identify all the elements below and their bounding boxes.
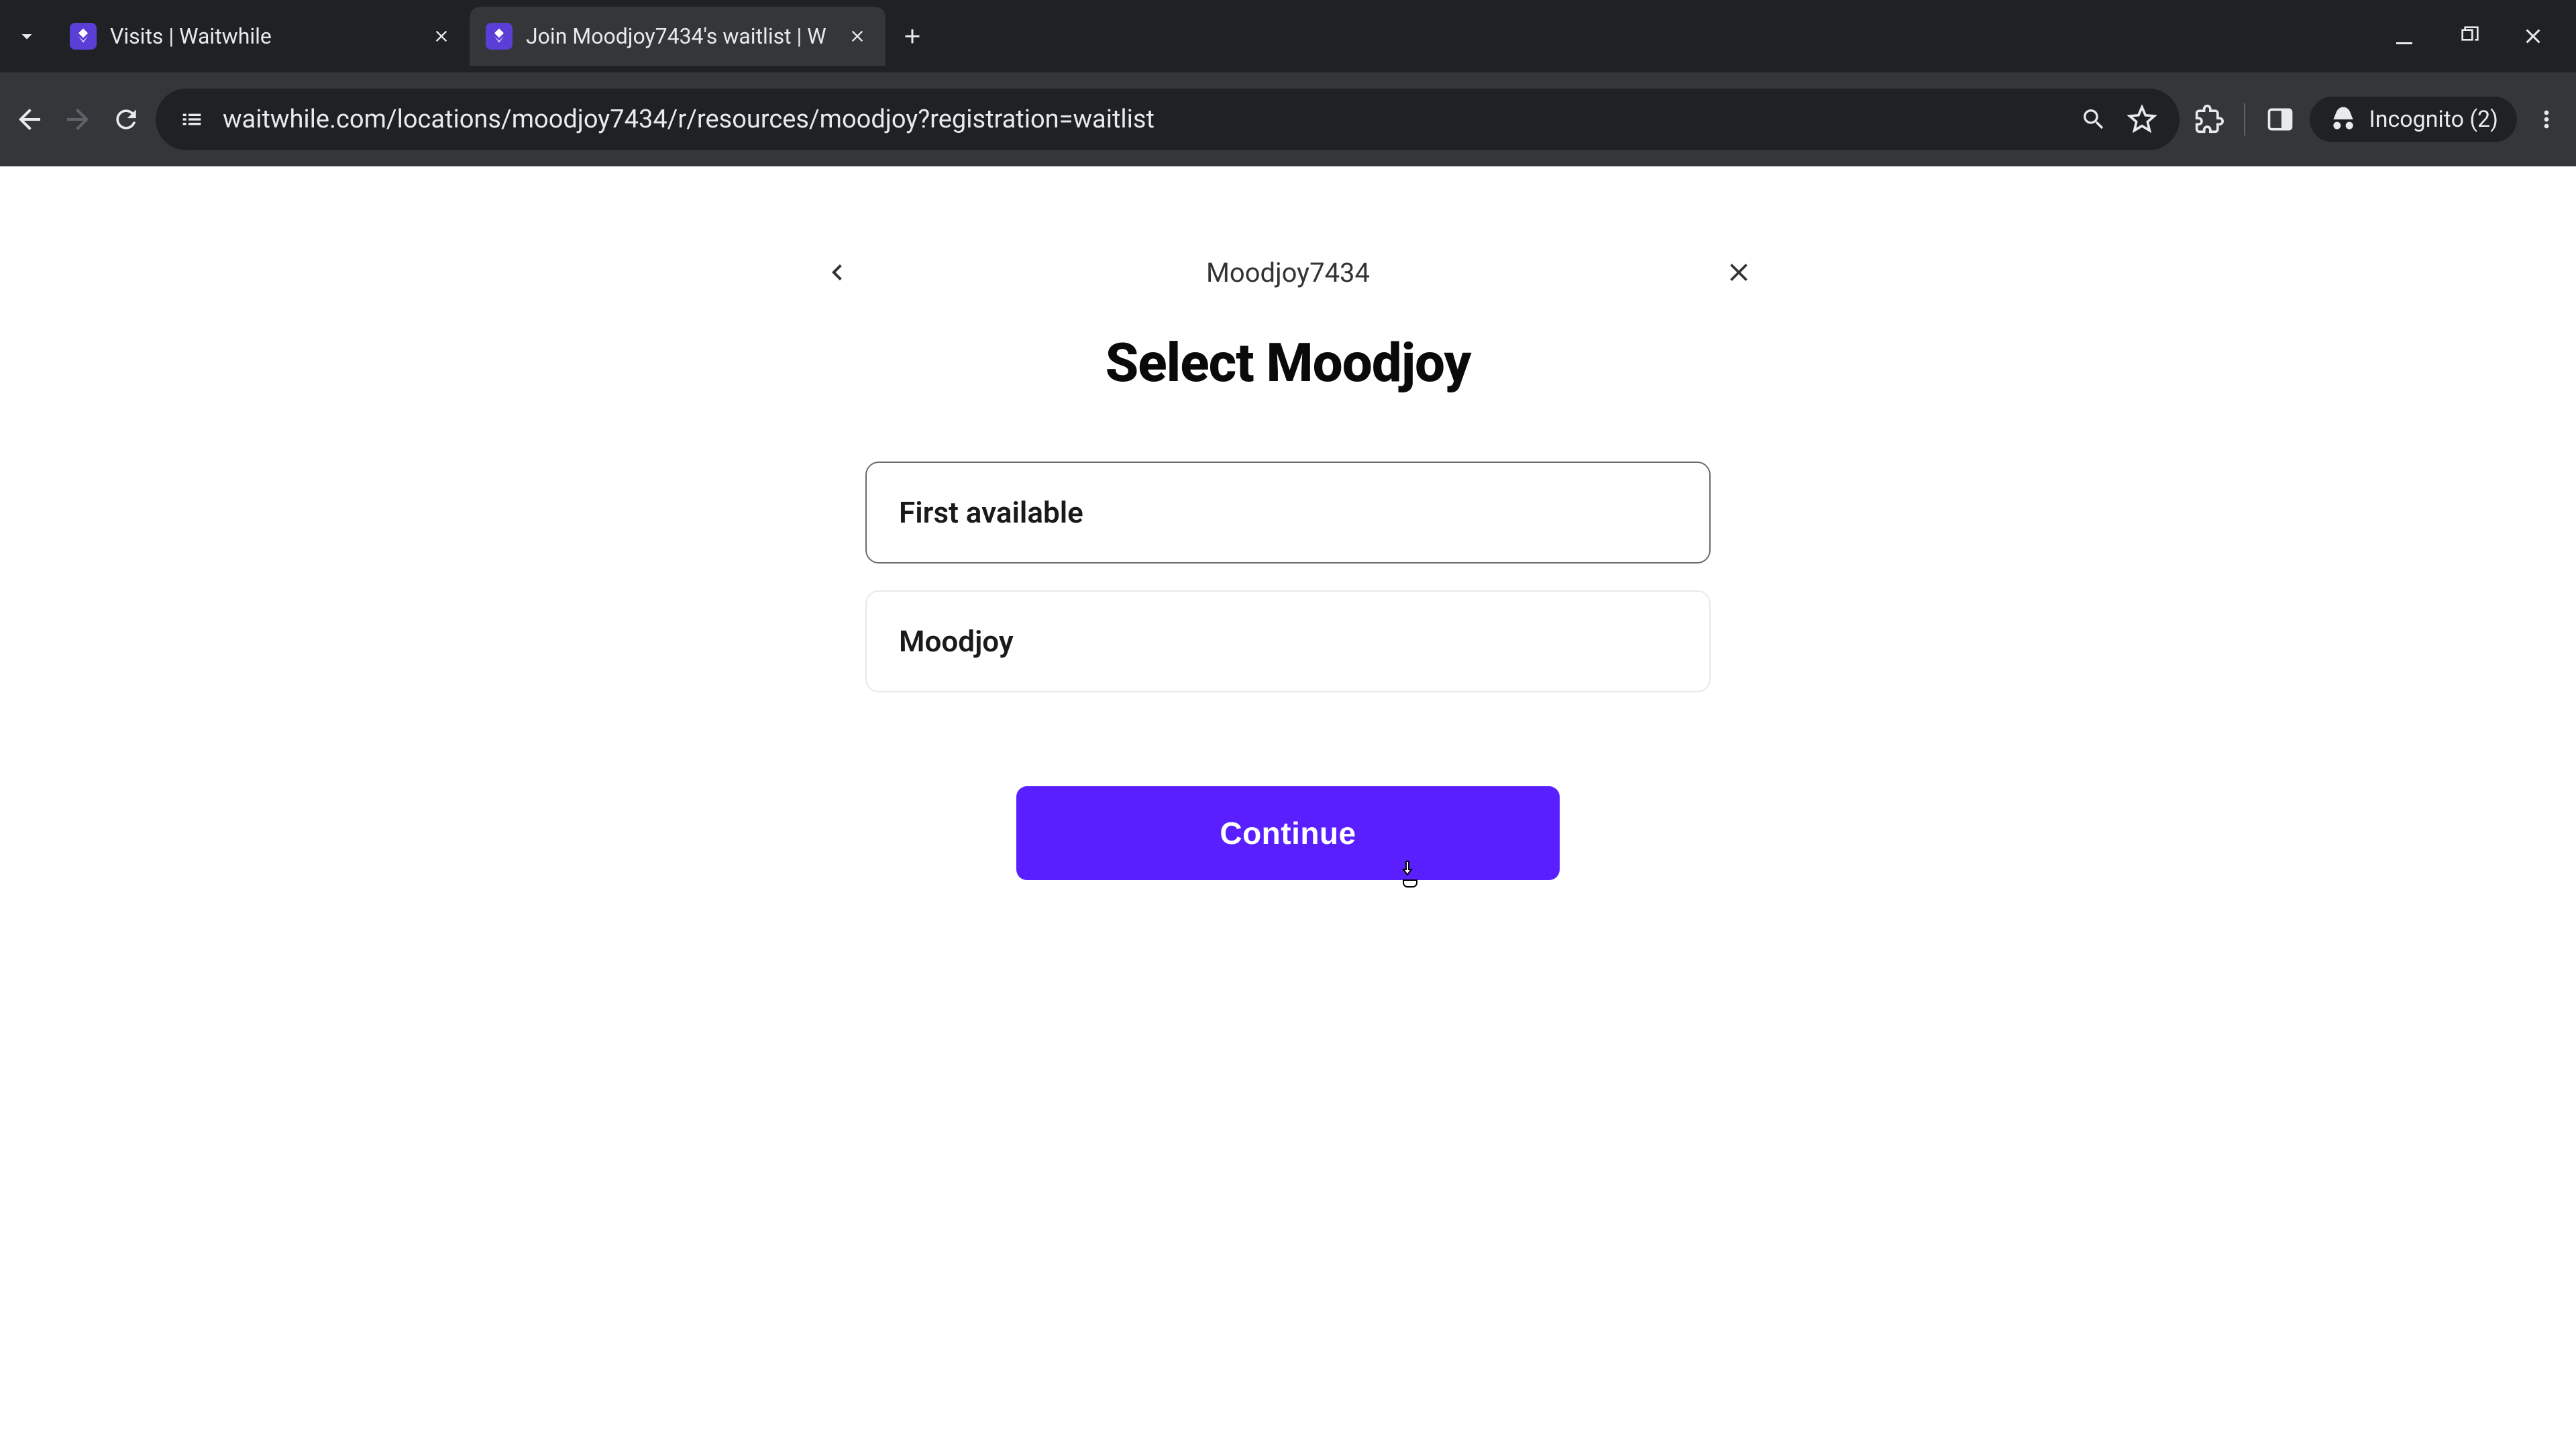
tab-visits[interactable]: Visits | Waitwhile xyxy=(54,7,470,66)
menu-icon[interactable] xyxy=(2528,101,2565,138)
window-controls xyxy=(2388,20,2565,52)
reload-button[interactable] xyxy=(107,101,145,138)
close-window-icon[interactable] xyxy=(2517,20,2549,52)
option-first-available[interactable]: First available xyxy=(865,462,1711,564)
close-icon[interactable] xyxy=(1720,254,1758,291)
new-tab-button[interactable] xyxy=(896,20,928,52)
tab-favicon-icon xyxy=(486,23,513,50)
incognito-badge[interactable]: Incognito (2) xyxy=(2310,97,2517,142)
side-panel-icon[interactable] xyxy=(2261,101,2299,138)
tabs-dropdown-icon[interactable] xyxy=(11,20,43,52)
tab-favicon-icon xyxy=(70,23,97,50)
option-moodjoy[interactable]: Moodjoy xyxy=(865,590,1711,692)
browser-chrome: Visits | Waitwhile Join Moodjoy7434's wa… xyxy=(0,0,2576,166)
modal-header: Moodjoy7434 xyxy=(818,254,1758,291)
continue-button[interactable]: Continue xyxy=(1016,786,1560,880)
address-bar[interactable]: waitwhile.com/locations/moodjoy7434/r/re… xyxy=(156,89,2180,150)
chevron-left-icon[interactable] xyxy=(818,254,856,291)
tab-join-waitlist[interactable]: Join Moodjoy7434's waitlist | W xyxy=(470,7,885,66)
options-list: First available Moodjoy xyxy=(865,462,1711,692)
page-title: Select Moodjoy xyxy=(1106,331,1471,394)
url-text: waitwhile.com/locations/moodjoy7434/r/re… xyxy=(223,105,2061,134)
address-bar-row: waitwhile.com/locations/moodjoy7434/r/re… xyxy=(0,72,2576,166)
option-label: Moodjoy xyxy=(899,624,1014,659)
incognito-label: Incognito (2) xyxy=(2369,106,2498,133)
extensions-icon[interactable] xyxy=(2190,101,2228,138)
zoom-icon[interactable] xyxy=(2078,103,2110,136)
toolbar-right: Incognito (2) xyxy=(2190,97,2565,142)
close-icon[interactable] xyxy=(845,24,869,48)
page-content: Moodjoy7434 Select Moodjoy First availab… xyxy=(0,166,2576,1449)
tab-bar: Visits | Waitwhile Join Moodjoy7434's wa… xyxy=(0,0,2576,72)
minimize-icon[interactable] xyxy=(2388,20,2420,52)
close-icon[interactable] xyxy=(429,24,453,48)
option-label: First available xyxy=(899,495,1083,530)
back-button[interactable] xyxy=(11,101,48,138)
tab-title: Visits | Waitwhile xyxy=(110,23,416,49)
maximize-icon[interactable] xyxy=(2453,20,2485,52)
site-settings-icon[interactable] xyxy=(177,105,207,134)
forward-button[interactable] xyxy=(59,101,97,138)
toolbar-divider xyxy=(2244,103,2245,136)
tab-title: Join Moodjoy7434's waitlist | W xyxy=(526,23,832,49)
bookmark-icon[interactable] xyxy=(2126,103,2158,136)
breadcrumb-title: Moodjoy7434 xyxy=(1206,257,1370,288)
